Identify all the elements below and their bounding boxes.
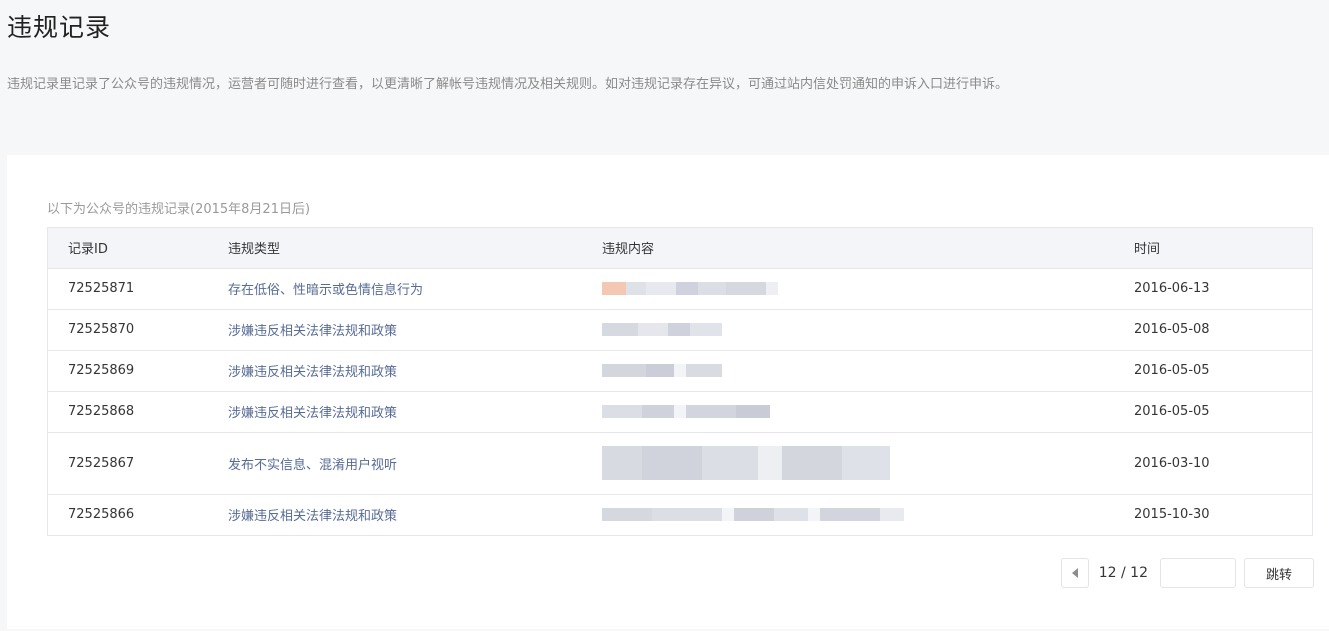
- record-id: 72525869: [68, 363, 135, 378]
- blurred-content: [602, 350, 1134, 391]
- header-violation-content: 违规内容: [602, 228, 1134, 269]
- jump-page-input[interactable]: [1160, 558, 1236, 588]
- page-indicator: 12 / 12: [1098, 565, 1148, 581]
- table-header-row: 记录ID 违规类型 违规内容 时间: [48, 228, 1312, 269]
- record-id: 72525871: [68, 281, 135, 296]
- table-row: 72525868 涉嫌违反相关法律法规和政策 2016-05-05: [48, 391, 1312, 432]
- header-violation-type: 违规类型: [228, 228, 602, 269]
- violation-type-link[interactable]: 涉嫌违反相关法律法规和政策: [228, 309, 602, 350]
- caret-left-icon: [1071, 568, 1078, 578]
- blurred-content: [602, 268, 1134, 309]
- violation-type-link[interactable]: 发布不实信息、混淆用户视听: [228, 432, 602, 494]
- table-caption: 以下为公众号的违规记录(2015年8月21日后): [47, 202, 311, 217]
- table-row: 72525871 存在低俗、性暗示或色情信息行为 2016-06-13: [48, 268, 1312, 309]
- violation-table: 记录ID 违规类型 违规内容 时间 72525871 存在低俗、性暗示或色情信息…: [47, 227, 1313, 536]
- table-row: 72525869 涉嫌违反相关法律法规和政策 2016-05-05: [48, 350, 1312, 391]
- record-time: 2016-05-05: [1134, 363, 1210, 378]
- header-time: 时间: [1134, 228, 1312, 269]
- jump-button[interactable]: 跳转: [1244, 558, 1314, 588]
- blurred-content: [602, 309, 1134, 350]
- table-row: 72525867 发布不实信息、混淆用户视听 2016-03-10: [48, 432, 1312, 494]
- violation-type-link[interactable]: 涉嫌违反相关法律法规和政策: [228, 494, 602, 535]
- prev-page-button[interactable]: [1060, 558, 1089, 588]
- table-row: 72525870 涉嫌违反相关法律法规和政策 2016-05-08: [48, 309, 1312, 350]
- page-title: 违规记录: [7, 13, 112, 42]
- record-time: 2016-05-05: [1134, 404, 1210, 419]
- record-time: 2016-03-10: [1134, 455, 1210, 471]
- record-time: 2016-05-08: [1134, 322, 1210, 337]
- record-id: 72525866: [68, 507, 135, 523]
- violation-type-link[interactable]: 涉嫌违反相关法律法规和政策: [228, 350, 602, 391]
- blurred-content: [602, 391, 1134, 432]
- violation-type-link[interactable]: 涉嫌违反相关法律法规和政策: [228, 391, 602, 432]
- blurred-content: [602, 494, 1134, 535]
- page-description: 违规记录里记录了公众号的违规情况，运营者可随时进行查看，以更清晰了解帐号违规情况…: [7, 77, 1009, 92]
- records-card: 以下为公众号的违规记录(2015年8月21日后) 记录ID 违规类型 违规内容 …: [7, 155, 1329, 629]
- record-id: 72525870: [68, 322, 135, 337]
- violation-type-link[interactable]: 存在低俗、性暗示或色情信息行为: [228, 268, 602, 309]
- record-time: 2015-10-30: [1134, 507, 1210, 523]
- header-record-id: 记录ID: [48, 228, 228, 269]
- table-row: 72525866 涉嫌违反相关法律法规和政策 2015-10-30: [48, 494, 1312, 535]
- record-id: 72525867: [68, 455, 135, 471]
- blurred-content: [602, 432, 1134, 494]
- record-id: 72525868: [68, 404, 135, 419]
- pagination: 12 / 12 跳转: [1060, 557, 1314, 589]
- record-time: 2016-06-13: [1134, 281, 1210, 296]
